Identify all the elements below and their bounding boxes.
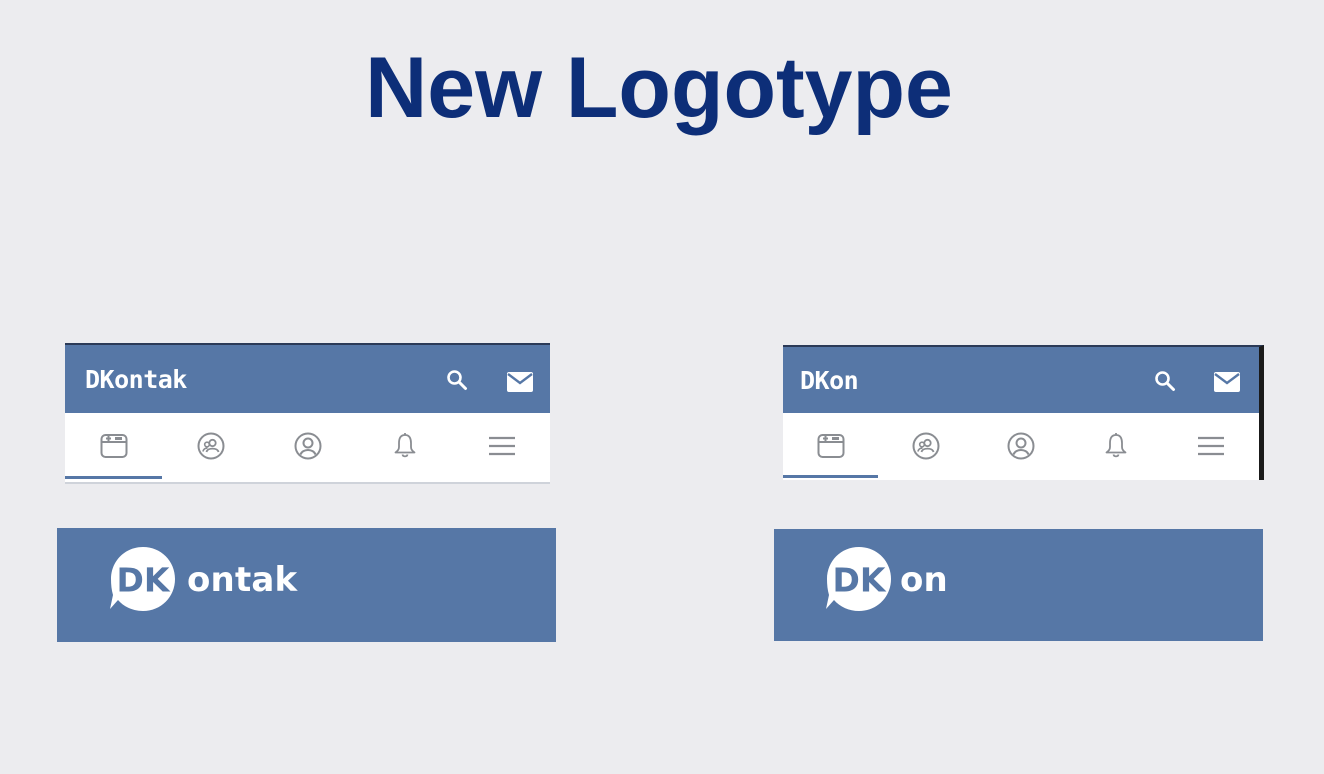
profile-icon xyxy=(1007,432,1035,459)
friends-icon xyxy=(197,432,224,460)
mail-icon[interactable] xyxy=(507,372,533,392)
tab-news[interactable] xyxy=(65,413,162,479)
app-header-dkontak: DKontak xyxy=(65,343,550,484)
brand-name[interactable]: DKon xyxy=(800,347,859,415)
news-icon xyxy=(817,433,845,458)
brand-name[interactable]: DKontak xyxy=(85,345,187,413)
app-top-bar: DKon xyxy=(783,347,1259,413)
mail-icon[interactable] xyxy=(1214,372,1240,392)
logo-wordmark: ontak xyxy=(187,560,298,600)
app-header-dkon: DKon xyxy=(783,345,1264,480)
menu-icon xyxy=(1198,436,1225,455)
news-icon xyxy=(100,434,127,458)
logo-wordmark: on xyxy=(900,560,948,600)
menu-icon xyxy=(488,436,515,456)
profile-icon xyxy=(294,432,321,460)
dk-bubble-logo: DK xyxy=(823,543,895,615)
logo-banner-dkontak: DK ontak xyxy=(57,528,556,642)
logo-mark-text: DK xyxy=(117,561,171,600)
tab-friends[interactable] xyxy=(162,413,259,479)
search-icon[interactable] xyxy=(446,369,468,391)
dk-bubble-logo: DK xyxy=(107,543,179,615)
bell-icon xyxy=(1105,432,1127,457)
tab-menu[interactable] xyxy=(1164,413,1259,478)
bell-icon xyxy=(394,433,415,458)
search-icon[interactable] xyxy=(1154,370,1176,392)
slide-title: New Logotype xyxy=(365,40,953,136)
friends-icon xyxy=(912,432,940,459)
tab-profile[interactable] xyxy=(973,413,1068,478)
tab-profile[interactable] xyxy=(259,413,356,479)
tab-notifications[interactable] xyxy=(356,413,453,479)
logo-mark-text: DK xyxy=(833,561,887,600)
tab-bar xyxy=(783,413,1259,478)
tab-friends[interactable] xyxy=(878,413,973,478)
tab-notifications[interactable] xyxy=(1069,413,1164,478)
tab-menu[interactable] xyxy=(453,413,550,479)
logo-banner-dkon: DK on xyxy=(774,529,1263,641)
tab-news[interactable] xyxy=(783,413,879,478)
app-top-bar: DKontak xyxy=(65,345,550,413)
tab-bar xyxy=(65,413,550,479)
